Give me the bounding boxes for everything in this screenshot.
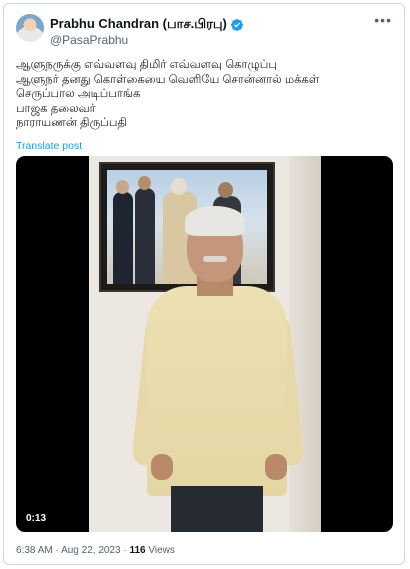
- video-player[interactable]: 0:13: [16, 156, 393, 532]
- tweet-body-line: செருப்பால அடிப்பாங்க: [16, 88, 141, 100]
- posted-time[interactable]: 6:38 AM: [16, 545, 53, 556]
- tweet-body: ஆளுநருக்கு எவ்வளவு திமிர் எவ்வளவு கொழுப்…: [16, 58, 396, 131]
- tweet-body-line: ஆளுநருக்கு எவ்வளவு திமிர் எவ்வளவு கொழுப்…: [16, 59, 277, 71]
- views-label: Views: [148, 545, 175, 556]
- tweet-body-line: ஆளுநர் தனது கொள்கையை வெளியே சொன்னால் மக்…: [16, 73, 320, 86]
- photo-figure-head: [171, 178, 187, 195]
- author-handle[interactable]: @PasaPrabhu: [50, 33, 128, 47]
- photo-figure-head: [138, 176, 151, 190]
- author-name-row: Prabhu Chandran (பாச.பிரபு): [50, 16, 244, 33]
- tweet-card: Prabhu Chandran (பாச.பிரபு) @PasaPrabhu …: [3, 3, 405, 565]
- video-frame: [89, 156, 321, 532]
- photo-figure: [113, 192, 133, 284]
- photo-figure-head: [116, 180, 129, 194]
- photo-figure-head: [218, 182, 233, 198]
- tweet-body-line: நாராயணன் திருப்பதி: [16, 117, 127, 129]
- speaker-hand: [265, 454, 287, 480]
- video-timestamp: 0:13: [22, 511, 51, 526]
- author-display-name[interactable]: Prabhu Chandran (பாச.பிரபு): [50, 16, 227, 33]
- verified-badge-icon: [230, 18, 243, 31]
- meta-separator: ·: [123, 545, 127, 556]
- tweet-meta: 6:38 AM · Aug 22, 2023 · 116 Views: [16, 545, 175, 556]
- meta-separator: ·: [55, 545, 59, 556]
- photo-figure: [135, 188, 155, 284]
- translate-post-link[interactable]: Translate post: [16, 140, 82, 152]
- wall-shadow: [289, 156, 321, 532]
- posted-date[interactable]: Aug 22, 2023: [61, 545, 121, 556]
- speaker-mustache: [203, 256, 227, 262]
- speaker-hand: [151, 454, 173, 480]
- more-options-icon[interactable]: •••: [374, 13, 392, 27]
- tweet-body-line: பாஜக தலைவர்: [16, 102, 96, 115]
- speaker-trousers: [171, 486, 263, 532]
- author-avatar[interactable]: [16, 14, 44, 42]
- views-count: 116: [129, 545, 146, 556]
- speaker-hair: [185, 206, 245, 236]
